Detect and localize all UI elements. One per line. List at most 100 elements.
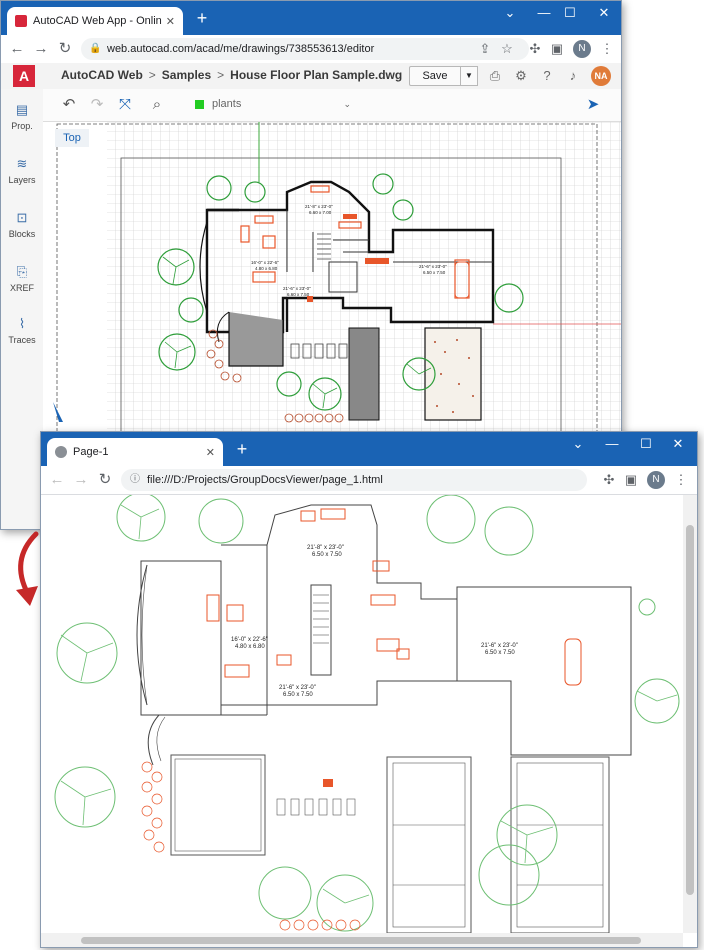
close-window-button[interactable]: ✕ [661, 432, 695, 460]
user-avatar[interactable]: NA [591, 66, 611, 86]
side-panel-icon[interactable]: ▣ [547, 39, 567, 59]
room-label-metric: 6.50 x 7.50 [485, 650, 515, 656]
browser-menu-icon[interactable]: ⋮ [671, 470, 691, 490]
reload-icon[interactable]: ↻ [55, 39, 75, 59]
room-label-dim: 21'-6" x 23'-0" [279, 685, 316, 691]
sidebar-item-xref[interactable]: ⎘ XREF [1, 263, 43, 293]
room-label-dim: 16'-0" x 22'-6" [251, 260, 279, 265]
browser-tab-autocad[interactable]: AutoCAD Web App - Online CAD ✕ [7, 7, 183, 35]
sidebar-item-layers[interactable]: ≋ Layers [1, 155, 43, 185]
gear-icon[interactable]: ⚙ [513, 68, 529, 84]
close-tab-icon[interactable]: ✕ [206, 446, 215, 459]
forward-icon[interactable]: → [31, 39, 51, 59]
scrollbar-thumb[interactable] [81, 937, 641, 944]
save-button[interactable]: Save [409, 66, 461, 86]
lock-icon: 🔒 [89, 43, 102, 54]
layers-icon: ≋ [16, 156, 28, 171]
profile-avatar[interactable]: N [573, 40, 591, 58]
save-dropdown-icon[interactable]: ▼ [460, 66, 478, 86]
select-tool-icon[interactable]: ⤧ [115, 95, 135, 115]
profile-avatar[interactable]: N [647, 471, 665, 489]
autocad-logo-icon[interactable]: A [13, 65, 35, 87]
autocad-favicon-icon [15, 15, 27, 27]
bookmark-star-icon[interactable]: ☆ [497, 39, 517, 59]
vertical-scrollbar[interactable] [683, 495, 697, 933]
url-text: file:///D:/Projects/GroupDocsViewer/page… [147, 474, 383, 486]
room-label-metric: 4.80 x 6.80 [255, 266, 278, 271]
print-icon[interactable]: ⎙ [487, 68, 503, 84]
tab-title: Page-1 [73, 446, 109, 458]
zoom-window-icon[interactable]: ⌕ [147, 95, 167, 115]
room-label-dim: 21'-6" x 23'-0" [481, 643, 518, 649]
browser-menu-icon[interactable]: ⋮ [597, 39, 617, 59]
sidebar-item-properties[interactable]: ▤ Prop. [1, 101, 43, 131]
url-text: web.autocad.com/acad/me/drawings/7385536… [107, 43, 375, 55]
properties-icon: ▤ [15, 102, 29, 117]
sidebar-item-traces[interactable]: ⌇ Traces [1, 315, 43, 345]
sidebar-item-blocks[interactable]: ⊡ Blocks [1, 209, 43, 239]
maximize-button[interactable]: ☐ [553, 1, 587, 29]
new-tab-button[interactable]: + [191, 7, 213, 29]
send-icon[interactable]: ➤ [583, 95, 603, 115]
breadcrumb-samples[interactable]: Samples [162, 68, 211, 82]
html-viewer-browser-window: Page-1 ✕ + ⌄ — ☐ ✕ ← → ↻ ⓘ file:///D:/Pr… [40, 431, 698, 948]
share-icon[interactable]: ⇪ [475, 39, 495, 59]
globe-icon [55, 446, 67, 458]
sidebar-item-label: Traces [8, 335, 36, 345]
title-bar: AutoCAD Web App - Online CAD ✕ + ⌄ — ☐ ✕ [1, 1, 621, 35]
chevron-down-icon[interactable]: ⌄ [561, 432, 595, 460]
sidebar-item-label: XREF [9, 283, 34, 293]
redo-icon[interactable]: ↷ [87, 95, 107, 115]
info-icon: ⓘ [130, 474, 140, 485]
layer-name: plants [212, 98, 242, 110]
back-icon[interactable]: ← [47, 470, 67, 490]
sidebar-item-label: Layers [8, 175, 36, 185]
side-panel-icon[interactable]: ▣ [621, 470, 641, 490]
layer-color-swatch [195, 99, 204, 109]
blocks-icon: ⊡ [16, 210, 28, 225]
breadcrumb-file: House Floor Plan Sample.dwg [230, 68, 403, 82]
maximize-button[interactable]: ☐ [629, 432, 663, 460]
room-label-dim: 21'-6" x 23'-0" [419, 264, 447, 269]
rendered-floor-plan: 21'-8" x 23'-0" 6.50 x 7.50 16'-0" x 22'… [54, 495, 680, 933]
scrollbar-thumb[interactable] [686, 525, 694, 895]
close-tab-icon[interactable]: ✕ [166, 15, 175, 28]
view-cube-top-label[interactable]: Top [55, 129, 89, 147]
chevron-down-icon[interactable]: ⌄ [493, 1, 527, 29]
new-tab-button[interactable]: + [231, 438, 253, 460]
breadcrumb-autocad-web[interactable]: AutoCAD Web [61, 68, 143, 82]
forward-icon[interactable]: → [71, 470, 91, 490]
extensions-icon[interactable]: ✣ [599, 470, 619, 490]
room-label-dim: 21'-8" x 23'-0" [305, 204, 333, 209]
reload-icon[interactable]: ↻ [95, 470, 115, 490]
url-bar[interactable]: ⓘ file:///D:/Projects/GroupDocsViewer/pa… [121, 469, 587, 491]
address-bar-row: ← → ↻ 🔒 web.autocad.com/acad/me/drawings… [1, 35, 621, 64]
help-icon[interactable]: ? [539, 68, 555, 84]
tab-title: AutoCAD Web App - Online CAD [33, 15, 162, 27]
address-bar-row: ← → ↻ ⓘ file:///D:/Projects/GroupDocsVie… [41, 466, 697, 495]
room-label-metric: 6.50 x 7.50 [423, 270, 446, 275]
room-label-dim: 21'-6" x 23'-0" [283, 286, 311, 291]
browser-tab-page1[interactable]: Page-1 ✕ [47, 438, 223, 466]
room-label-metric: 6.50 x 7.50 [283, 692, 313, 698]
chevron-down-icon: ⌄ [343, 98, 351, 109]
room-label-dim: 21'-8" x 23'-0" [307, 545, 344, 551]
rendered-page-canvas: 21'-8" x 23'-0" 6.50 x 7.50 16'-0" x 22'… [41, 495, 681, 933]
room-label-metric: 6.60 x 7.50 [287, 292, 310, 297]
bell-icon[interactable]: ♪ [565, 68, 581, 84]
layer-dropdown[interactable]: plants ⌄ [195, 95, 351, 113]
room-label-metric: 6.50 x 7.50 [312, 552, 342, 558]
sidebar-item-label: Blocks [8, 229, 36, 239]
extensions-icon[interactable]: ✣ [525, 39, 545, 59]
back-icon[interactable]: ← [7, 39, 27, 59]
autocad-header: A AutoCAD Web > Samples > House Floor Plan S… [1, 63, 621, 90]
minimize-button[interactable]: — [595, 432, 629, 460]
url-bar[interactable]: 🔒 web.autocad.com/acad/me/drawings/73855… [81, 38, 529, 60]
xref-icon: ⎘ [16, 264, 28, 279]
room-label-metric: 6.60 x 7.00 [309, 210, 332, 215]
horizontal-scrollbar[interactable] [41, 933, 683, 947]
sidebar-item-label: Prop. [11, 121, 33, 131]
breadcrumb: AutoCAD Web > Samples > House Floor Plan Sam… [61, 68, 403, 82]
undo-icon[interactable]: ↶ [59, 95, 79, 115]
close-window-button[interactable]: ✕ [587, 1, 621, 29]
